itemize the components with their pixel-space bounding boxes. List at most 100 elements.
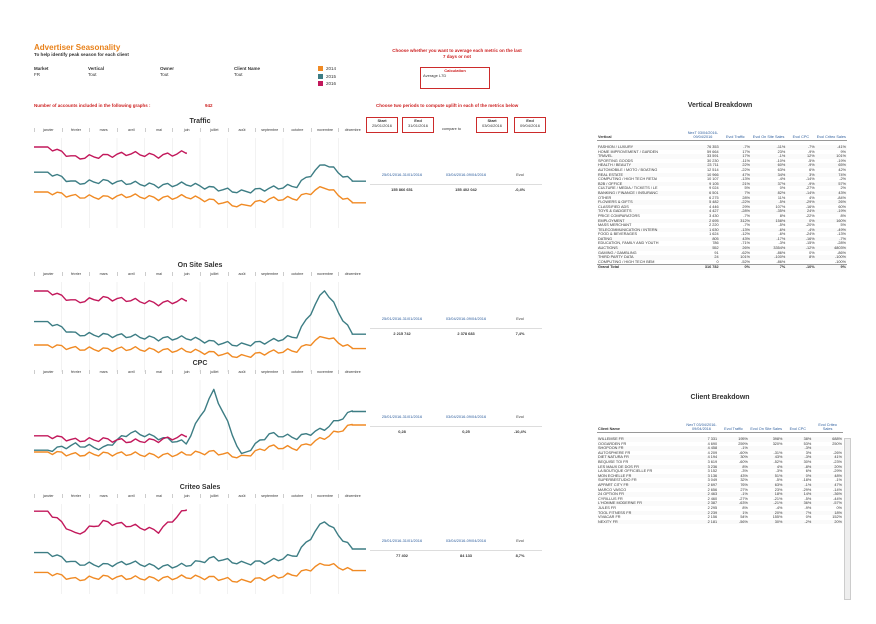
month-tick-label: décembre <box>338 272 366 276</box>
table-cell: 2 181 <box>684 519 719 525</box>
legend-label: 2016 <box>326 81 337 86</box>
month-tick-label: janvier <box>34 494 62 498</box>
uplift-header-cell: 25/01/2016-31/01/2016 <box>381 538 423 543</box>
calculation-box[interactable]: Calculation Average L7D <box>420 67 490 89</box>
accounts-count: 942 <box>205 103 213 108</box>
uplift-header-cell: Evol <box>516 538 524 543</box>
uplift-value-row: 0,28 0,25 -10,4% <box>370 426 542 434</box>
month-tick-label: mai <box>144 272 173 276</box>
month-tick-label: septembre <box>255 272 283 276</box>
periods-note: Choose two periods to compute uplift in … <box>376 103 519 108</box>
column-header[interactable]: Evol Criteo Sales <box>812 410 843 433</box>
series-line-2016 <box>34 146 187 160</box>
uplift-value-cell: -10,4% <box>513 429 527 434</box>
month-tick-label: mars <box>89 272 117 276</box>
table-cell: 316 782 <box>686 264 720 271</box>
column-header[interactable]: Client Name <box>597 410 685 433</box>
end-date: 09/04/2016 <box>519 123 541 128</box>
month-tick-label: mars <box>89 128 117 132</box>
uplift-value-cell: 155 866 651 <box>391 187 413 192</box>
filter-label: Owner <box>160 66 175 71</box>
uplift-value-cell: 7,4% <box>515 331 525 336</box>
uplift-value-cell: 155 402 042 <box>455 187 477 192</box>
month-tick-label: mai <box>144 128 173 132</box>
month-tick-label: mai <box>144 370 173 374</box>
month-tick-label: août <box>227 370 256 374</box>
table-cell: 20% <box>812 519 843 525</box>
uplift-header-cell: Evol <box>516 414 524 419</box>
column-header[interactable]: Evol CPC <box>786 118 816 141</box>
uplift-value-cell: 8,7% <box>515 553 525 558</box>
month-tick-label: avril <box>117 128 145 132</box>
scrollbar[interactable] <box>844 438 851 600</box>
legend-label: 2014 <box>326 66 337 71</box>
column-header[interactable]: NexT 03/04/2016-09/04/2016 <box>684 410 719 433</box>
month-tick-label: janvier <box>34 370 62 374</box>
column-header[interactable]: Evol On Site Sales <box>750 118 787 141</box>
uplift-header-cell: 03/04/2016-09/04/2016 <box>445 316 487 321</box>
filter-client-name[interactable]: Client Name Tout <box>234 66 260 77</box>
legend-swatch <box>318 81 323 87</box>
client-breakdown-table: Client Name NexT 03/04/2016-09/04/2016 Evo… <box>597 410 843 525</box>
period2-start-box[interactable]: Start 03/04/2016 <box>476 117 508 133</box>
table-row[interactable]: Grand Total 316 782 0% 7% -10% 9% <box>597 264 847 271</box>
month-tick-label: février <box>61 370 90 374</box>
chart-title: On Site Sales <box>177 262 223 269</box>
legend-item-2016[interactable]: 2016 <box>318 81 336 87</box>
filter-vertical[interactable]: Vertical Tout <box>88 66 104 77</box>
period2-end-box[interactable]: End 09/04/2016 <box>514 117 546 133</box>
month-tick-label: août <box>227 128 256 132</box>
line-chart <box>34 138 366 228</box>
uplift-header-cell: Evol <box>516 172 524 177</box>
filter-value: Tout <box>234 71 243 77</box>
uplift-header-row: 25/01/2016-31/01/2016 03/04/2016-09/04/20… <box>370 172 542 177</box>
table-cell: -2% <box>783 519 813 525</box>
month-tick-label: juin <box>172 272 200 276</box>
start-date: 25/01/2016 <box>371 123 393 128</box>
column-header[interactable]: NexT 03/04/2016-09/04/2016 <box>686 118 720 141</box>
client-breakdown-title: Client Breakdown <box>690 394 750 401</box>
uplift-value-cell: 2 378 683 <box>457 331 475 336</box>
month-tick-label: juin <box>172 370 200 374</box>
column-header[interactable]: Evol On Site Sales <box>748 410 784 433</box>
month-tick-label: septembre <box>255 370 283 374</box>
month-tick-label: avril <box>117 494 145 498</box>
table-cell: 30% <box>748 519 784 525</box>
filter-owner[interactable]: Owner Tout <box>160 66 174 77</box>
month-tick-label: mars <box>89 494 117 498</box>
month-tick-label: avril <box>117 370 145 374</box>
month-axis: janvier février mars avril mai juin juillet aoû… <box>34 494 366 498</box>
month-tick-label: février <box>61 494 90 498</box>
period1-end-box[interactable]: End 31/01/2016 <box>402 117 434 133</box>
uplift-header-cell: 25/01/2016-31/01/2016 <box>381 172 423 177</box>
month-tick-label: janvier <box>34 272 62 276</box>
column-header[interactable]: Evol CPC <box>783 410 813 433</box>
column-header[interactable]: Vertical <box>597 118 687 141</box>
filter-label: Vertical <box>88 66 105 71</box>
month-tick-label: juillet <box>200 272 228 276</box>
month-tick-label: avril <box>117 272 145 276</box>
month-tick-label: février <box>61 272 90 276</box>
legend-item-2015[interactable]: 2015 <box>318 74 336 80</box>
table-cell: -10% <box>786 264 816 271</box>
chart-title: Traffic <box>189 118 211 125</box>
series-line-2016 <box>34 433 187 444</box>
filter-market[interactable]: Market FR <box>34 66 49 77</box>
client-table-viewport[interactable]: Client Name NexT 03/04/2016-09/04/2016 Evo… <box>597 410 851 604</box>
average-note: Choose whether you want to average each … <box>392 48 522 59</box>
column-header[interactable]: Evol Traffic <box>719 118 751 141</box>
legend-item-2014[interactable]: 2014 <box>318 66 336 72</box>
line-chart <box>34 504 366 594</box>
month-tick-label: mars <box>89 370 117 374</box>
filter-value: Tout <box>88 71 97 77</box>
month-tick-label: juillet <box>200 370 228 374</box>
uplift-header-row: 25/01/2016-31/01/2016 03/04/2016-09/04/20… <box>370 538 542 543</box>
uplift-header-row: 25/01/2016-31/01/2016 03/04/2016-09/04/20… <box>370 316 542 321</box>
column-header[interactable]: Evol Traffic <box>718 410 749 433</box>
column-header[interactable]: Evol Criteo Sales <box>815 118 847 141</box>
table-cell: -56% <box>718 519 749 525</box>
month-tick-label: octobre <box>283 272 311 276</box>
period1-start-box[interactable]: Start 25/01/2016 <box>366 117 398 133</box>
month-tick-label: août <box>227 494 256 498</box>
table-row[interactable]: NEXITY FR 2 181 -56% 30% -2% 20% <box>597 519 843 525</box>
